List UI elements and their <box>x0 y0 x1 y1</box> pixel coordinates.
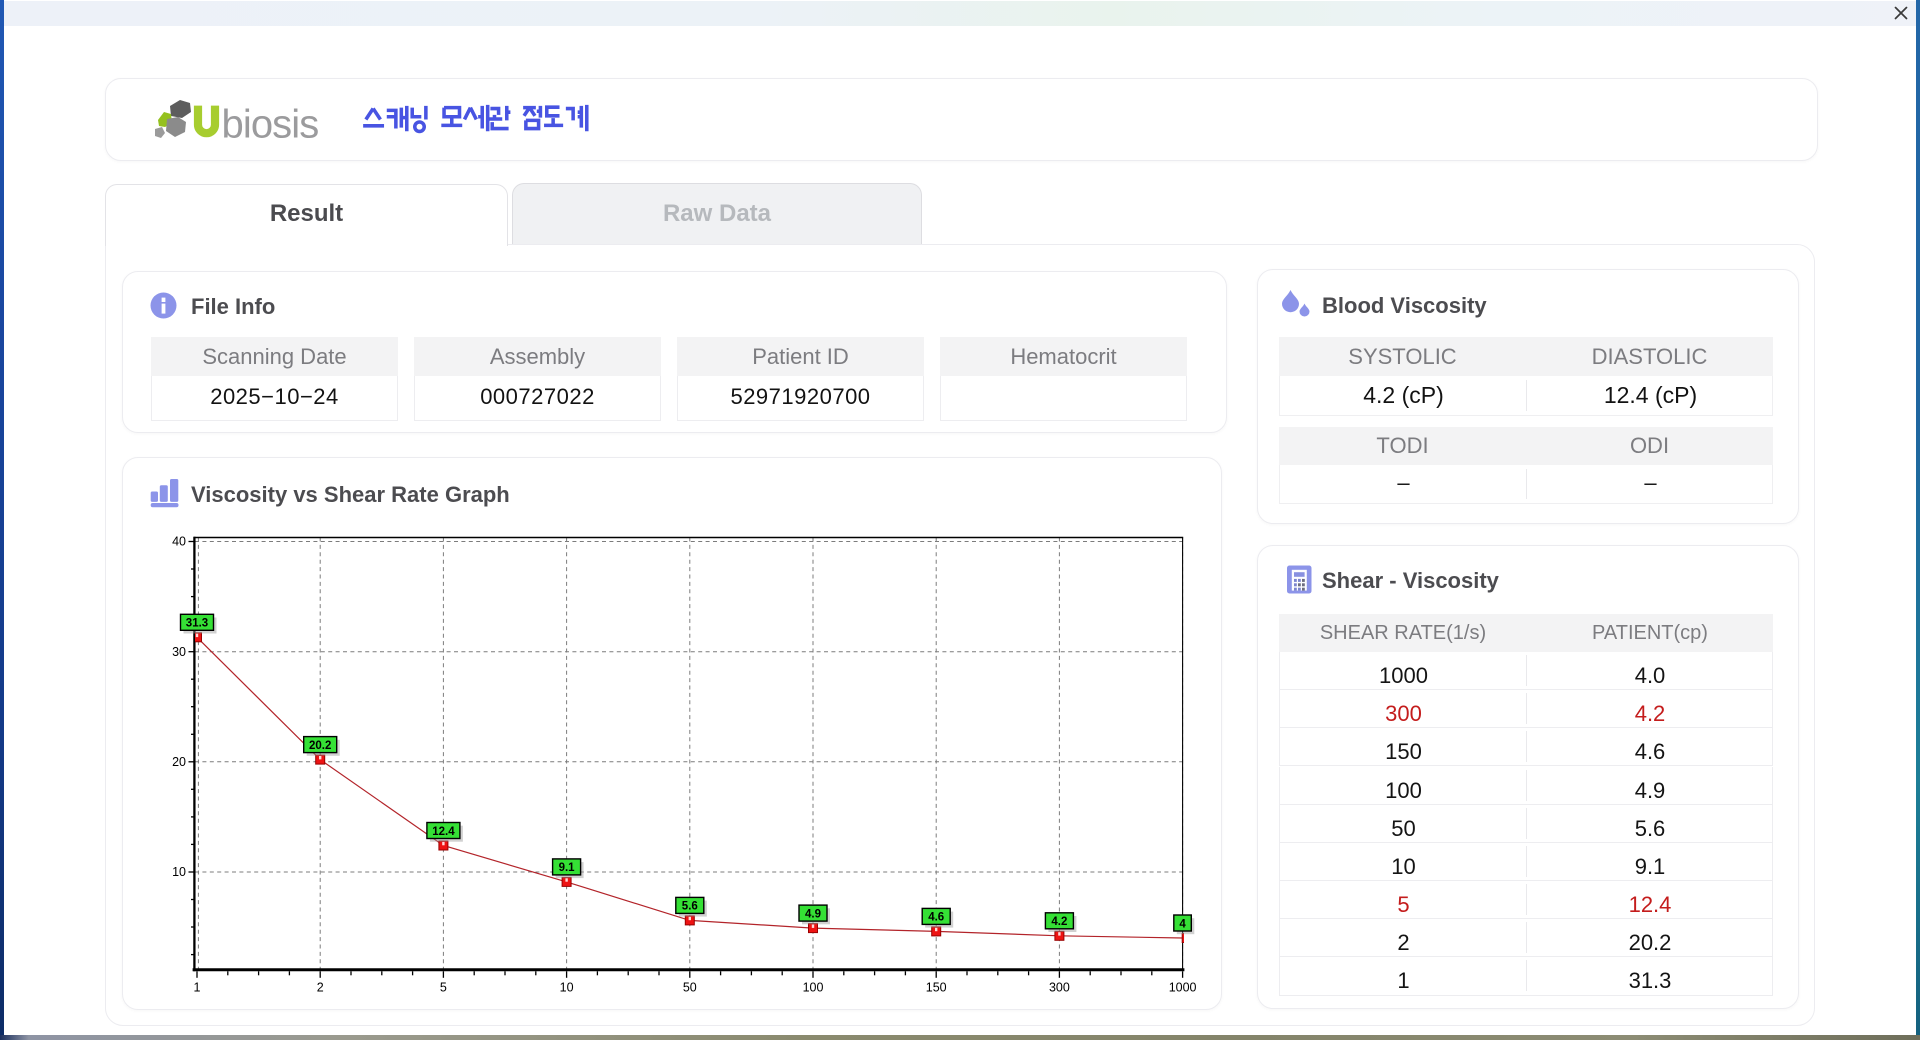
svg-text:10: 10 <box>560 980 574 994</box>
svg-text:12.4: 12.4 <box>432 826 455 838</box>
svg-text:biosis: biosis <box>222 103 319 145</box>
svg-text:2: 2 <box>317 980 324 994</box>
svg-text:1: 1 <box>194 980 201 994</box>
svg-text:300: 300 <box>1049 980 1070 994</box>
svg-text:150: 150 <box>926 980 947 994</box>
svg-text:4: 4 <box>1179 918 1186 930</box>
svg-text:20: 20 <box>172 755 186 769</box>
svg-text:4.6: 4.6 <box>928 912 944 924</box>
svg-text:5.6: 5.6 <box>682 901 698 913</box>
svg-text:9.1: 9.1 <box>559 862 576 874</box>
svg-text:30: 30 <box>172 645 186 659</box>
svg-text:20.2: 20.2 <box>309 740 331 752</box>
svg-text:100: 100 <box>803 980 824 994</box>
svg-text:4.9: 4.9 <box>805 908 821 920</box>
svg-text:10: 10 <box>172 865 186 879</box>
svg-text:5: 5 <box>440 980 447 994</box>
svg-text:4.2: 4.2 <box>1051 916 1067 928</box>
svg-text:31.3: 31.3 <box>186 618 208 630</box>
svg-text:40: 40 <box>172 535 186 549</box>
svg-text:1000: 1000 <box>1169 980 1197 994</box>
svg-text:50: 50 <box>683 980 697 994</box>
